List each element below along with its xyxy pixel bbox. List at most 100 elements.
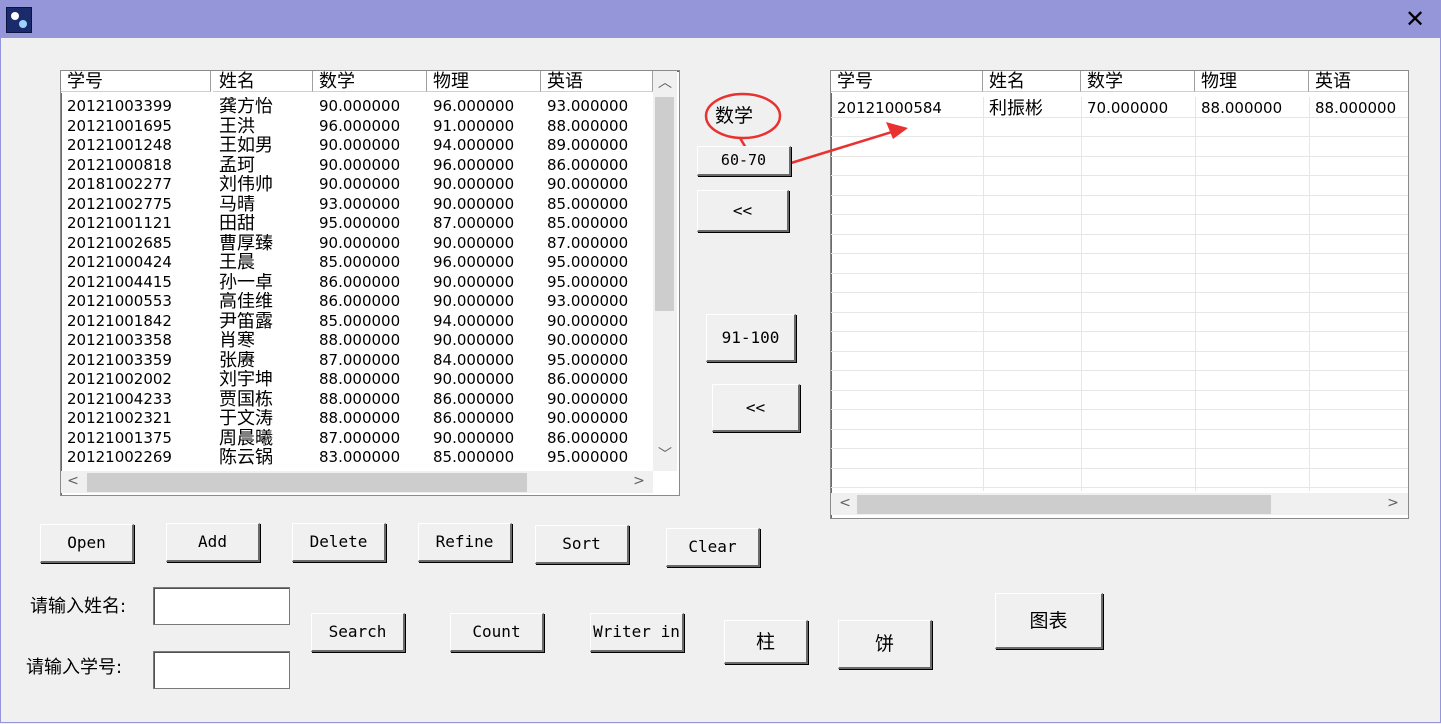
- writer-in-button[interactable]: Writer in: [590, 613, 684, 652]
- table-cell: 90.000000: [433, 428, 515, 447]
- table-cell: 王如男: [219, 136, 273, 155]
- table-cell: 96.000000: [433, 253, 515, 271]
- table-cell: 94.000000: [433, 311, 515, 330]
- left-list-body: 20121003399 龚方怡 90.000000 96.000000 93.00000…: [61, 97, 653, 471]
- table-row[interactable]: 20121001842 尹笛露 85.000000 94.000000 90.00000…: [61, 312, 653, 332]
- left-horizontal-scrollbar[interactable]: < >: [61, 471, 653, 493]
- table-row[interactable]: 20121001375 周晨曦 87.000000 90.000000 86.00000…: [61, 429, 653, 449]
- close-icon[interactable]: ✕: [1401, 5, 1429, 33]
- column-header[interactable]: 数学: [313, 71, 427, 92]
- table-cell: 龚方怡: [219, 97, 273, 116]
- table-row[interactable]: 20121002321 于文涛 88.000000 86.000000 90.00000…: [61, 409, 653, 429]
- left-list-header: 学号 姓名 数学 物理 英语: [61, 71, 653, 93]
- table-cell: 90.000000: [319, 136, 401, 154]
- delete-button[interactable]: Delete: [292, 523, 386, 562]
- table-row[interactable]: 20121003359 张赓 87.000000 84.000000 95.000000: [61, 351, 653, 371]
- table-row[interactable]: 20121001695 王洪 96.000000 91.000000 88.000000: [61, 117, 653, 137]
- table-cell: 96.000000: [319, 116, 401, 135]
- name-label: 请输入姓名:: [30, 596, 127, 617]
- table-cell: 20121004415: [67, 272, 172, 291]
- table-row[interactable]: 20121002685 曹厚臻 90.000000 90.000000 87.00000…: [61, 234, 653, 254]
- column-header[interactable]: 姓名: [213, 71, 313, 92]
- scroll-right-icon[interactable]: >: [1385, 495, 1401, 511]
- pie-chart-button[interactable]: 饼: [838, 620, 932, 669]
- table-row[interactable]: 20121002775 马晴 93.000000 90.000000 85.000000: [61, 195, 653, 215]
- add-button[interactable]: Add: [166, 523, 260, 562]
- table-cell: 20121000553: [67, 292, 172, 310]
- column-header[interactable]: 姓名: [983, 71, 1081, 92]
- table-cell: 88.000000: [319, 331, 401, 349]
- table-row[interactable]: 20121000584 利振彬 70.000000 88.000000 88.00000…: [831, 99, 1408, 119]
- table-cell: 96.000000: [433, 155, 515, 174]
- table-cell: 93.000000: [547, 292, 629, 310]
- table-cell: 95.000000: [319, 214, 401, 232]
- scroll-left-icon[interactable]: <: [65, 473, 81, 489]
- bar-chart-button[interactable]: 柱: [724, 620, 808, 664]
- range-91-100-button[interactable]: 91-100: [706, 314, 796, 362]
- table-row[interactable]: 20121003399 龚方怡 90.000000 96.000000 93.00000…: [61, 97, 653, 117]
- scroll-up-icon[interactable]: ︿: [653, 75, 677, 91]
- table-cell: 20121000424: [67, 253, 172, 271]
- table-cell: 86.000000: [319, 292, 401, 310]
- open-button[interactable]: Open: [40, 524, 134, 563]
- chart-button[interactable]: 图表: [995, 593, 1103, 649]
- table-row[interactable]: 20121002002 刘宇坤 88.000000 90.000000 86.00000…: [61, 370, 653, 390]
- table-row[interactable]: 20121001248 王如男 90.000000 94.000000 89.00000…: [61, 136, 653, 156]
- scroll-right-icon[interactable]: >: [631, 473, 647, 489]
- id-label: 请输入学号:: [26, 657, 123, 678]
- back-button-1[interactable]: <<: [697, 190, 789, 232]
- left-vscroll-thumb[interactable]: [655, 97, 674, 311]
- scroll-left-icon[interactable]: <: [837, 495, 853, 511]
- range-60-70-button[interactable]: 60-70: [697, 146, 791, 176]
- annotation-label: 数学: [715, 105, 754, 127]
- table-cell: 90.000000: [433, 331, 515, 349]
- table-cell: 89.000000: [547, 136, 629, 154]
- table-cell: 93.000000: [319, 194, 401, 213]
- table-row[interactable]: 20121004233 贾国栋 88.000000 86.000000 90.00000…: [61, 390, 653, 410]
- column-header[interactable]: 英语: [541, 71, 653, 92]
- column-header[interactable]: 物理: [1195, 71, 1309, 92]
- student-list-left[interactable]: 学号 姓名 数学 物理 英语 20121003399 龚方怡 90.000000 96.000…: [60, 70, 680, 496]
- table-row[interactable]: 20121000424 王晨 85.000000 96.000000 95.000000: [61, 253, 653, 273]
- refine-button[interactable]: Refine: [418, 523, 512, 562]
- table-row[interactable]: 20121000818 孟珂 90.000000 96.000000 86.000000: [61, 156, 653, 176]
- table-cell: 88.000000: [319, 389, 401, 408]
- table-cell: 刘宇坤: [219, 370, 273, 389]
- table-cell: 孟珂: [219, 155, 255, 175]
- column-header[interactable]: 数学: [1081, 71, 1195, 92]
- search-button[interactable]: Search: [311, 613, 405, 652]
- sort-button[interactable]: Sort: [535, 525, 629, 564]
- count-button[interactable]: Count: [450, 613, 544, 652]
- table-cell: 96.000000: [433, 97, 515, 115]
- table-cell: 86.000000: [547, 428, 629, 447]
- back-button-2[interactable]: <<: [712, 384, 800, 432]
- table-cell: 86.000000: [433, 389, 515, 408]
- column-header[interactable]: 学号: [831, 71, 983, 92]
- right-hscroll-thumb[interactable]: [857, 495, 1271, 514]
- table-cell: 90.000000: [433, 272, 515, 291]
- table-cell: 86.000000: [433, 409, 515, 427]
- table-row[interactable]: 20121000553 高佳维 86.000000 90.000000 93.00000…: [61, 292, 653, 312]
- table-cell: 20121001375: [67, 428, 172, 447]
- name-input[interactable]: [153, 587, 290, 625]
- clear-button[interactable]: Clear: [666, 528, 760, 567]
- table-row[interactable]: 20181002277 刘伟帅 90.000000 90.000000 90.00000…: [61, 175, 653, 195]
- column-header[interactable]: 物理: [427, 71, 541, 92]
- left-hscroll-thumb[interactable]: [87, 473, 527, 492]
- table-cell: 94.000000: [433, 136, 515, 154]
- table-row[interactable]: 20121003358 肖寒 88.000000 90.000000 90.000000: [61, 331, 653, 351]
- table-cell: 70.000000: [1087, 99, 1169, 117]
- student-list-right[interactable]: 学号 姓名 数学 物理 英语 20121000584 利振彬 70.000000 88.000…: [830, 70, 1409, 519]
- column-header[interactable]: 学号: [61, 71, 211, 92]
- table-cell: 20121000584: [837, 99, 942, 117]
- table-cell: 90.000000: [433, 194, 515, 213]
- right-horizontal-scrollbar[interactable]: < >: [831, 493, 1408, 515]
- table-cell: 86.000000: [547, 155, 629, 174]
- column-header[interactable]: 英语: [1309, 71, 1408, 92]
- left-vertical-scrollbar[interactable]: ︿ ﹀: [653, 71, 677, 471]
- scroll-down-icon[interactable]: ﹀: [653, 447, 677, 463]
- table-row[interactable]: 20121004415 孙一卓 86.000000 90.000000 95.00000…: [61, 273, 653, 293]
- table-row[interactable]: 20121002269 陈云锅 83.000000 85.000000 95.00000…: [61, 448, 653, 468]
- id-input[interactable]: [153, 651, 290, 689]
- table-row[interactable]: 20121001121 田甜 95.000000 87.000000 85.000000: [61, 214, 653, 234]
